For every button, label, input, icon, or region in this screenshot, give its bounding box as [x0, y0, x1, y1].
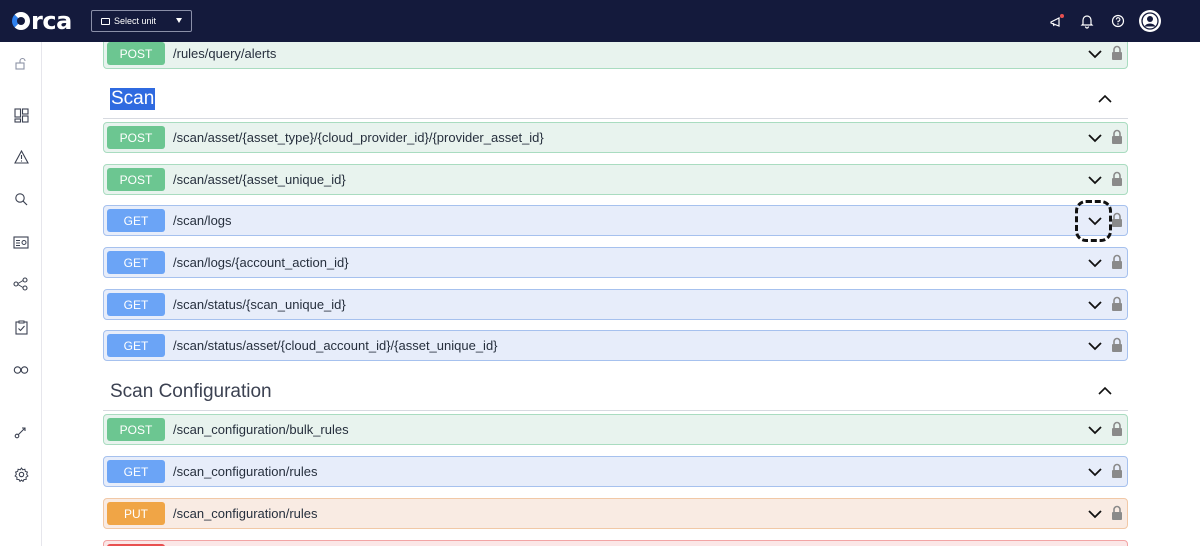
chevron-down-icon[interactable]	[1087, 298, 1103, 312]
lock-icon[interactable]	[1111, 505, 1123, 521]
operation-row[interactable]: POST /scan/asset/{asset_unique_id}	[103, 164, 1128, 195]
help-icon[interactable]	[1108, 11, 1128, 31]
scrollbar-track[interactable]	[1188, 42, 1200, 546]
lock-icon[interactable]	[1111, 212, 1123, 228]
chevron-up-icon[interactable]	[1098, 386, 1112, 396]
settings-icon[interactable]	[11, 464, 31, 484]
user-avatar-icon[interactable]	[1139, 10, 1161, 32]
method-badge: GET	[107, 209, 165, 232]
lock-icon[interactable]	[1111, 421, 1123, 437]
operation-row[interactable]: POST /rules/query/alerts	[103, 42, 1128, 69]
unit-icon	[101, 17, 110, 25]
operation-path: /scan_configuration/bulk_rules	[173, 422, 349, 437]
top-bar: rca Select unit	[0, 0, 1200, 42]
operation-path: /scan/asset/{asset_type}/{cloud_provider…	[173, 130, 544, 145]
shift-left-icon[interactable]	[11, 422, 31, 442]
operation-path: /scan_configuration/rules	[173, 464, 318, 479]
chevron-down-icon[interactable]	[1087, 423, 1103, 437]
bell-icon[interactable]	[1077, 11, 1097, 31]
operation-row[interactable]: GET /scan/logs/{account_action_id}	[103, 247, 1128, 278]
section-title-scan[interactable]: Scan	[110, 88, 156, 110]
lock-icon[interactable]	[1111, 337, 1123, 353]
dashboard-icon[interactable]	[11, 105, 31, 125]
method-badge: PUT	[107, 502, 165, 525]
method-badge: GET	[107, 460, 165, 483]
section-divider	[103, 118, 1128, 119]
lock-icon[interactable]	[1111, 171, 1123, 187]
unit-select-label: Select unit	[114, 16, 157, 26]
alert-icon[interactable]	[11, 147, 31, 167]
chevron-down-icon[interactable]	[1087, 173, 1103, 187]
operation-path: /rules/query/alerts	[173, 46, 277, 61]
method-badge: POST	[107, 418, 165, 441]
operation-path: /scan_configuration/rules	[173, 506, 318, 521]
graph-icon[interactable]	[11, 274, 31, 294]
lock-icon[interactable]	[1111, 296, 1123, 312]
method-badge: POST	[107, 126, 165, 149]
operation-path: /scan/status/{scan_unique_id}	[173, 297, 346, 312]
method-badge: GET	[107, 334, 165, 357]
chevron-down-icon[interactable]	[1087, 47, 1103, 61]
section-divider	[103, 410, 1128, 411]
operation-row[interactable]: PUT /scan_configuration/rules	[103, 498, 1128, 529]
operation-path: /scan/asset/{asset_unique_id}	[173, 172, 346, 187]
method-badge: GET	[107, 293, 165, 316]
operation-path: /scan/logs/{account_action_id}	[173, 255, 349, 270]
compliance-icon[interactable]	[11, 317, 31, 337]
sidebar	[0, 42, 42, 546]
search-icon[interactable]	[11, 189, 31, 209]
method-badge: GET	[107, 251, 165, 274]
operation-row[interactable]: POST /scan/asset/{asset_type}/{cloud_pro…	[103, 122, 1128, 153]
lock-icon[interactable]	[1111, 45, 1123, 61]
method-badge: POST	[107, 42, 165, 65]
section-title-scan-configuration[interactable]: Scan Configuration	[110, 381, 272, 403]
operation-row[interactable]: GET /scan/status/asset/{cloud_account_id…	[103, 330, 1128, 361]
operation-path: /scan/status/asset/{cloud_account_id}/{a…	[173, 338, 498, 353]
chevron-up-icon[interactable]	[1098, 94, 1112, 104]
operation-row[interactable]: GET /scan_configuration/rules	[103, 456, 1128, 487]
api-docs-content: POST /rules/query/alerts Scan POST /scan…	[43, 42, 1188, 546]
unlock-icon[interactable]	[11, 54, 31, 74]
orca-logo[interactable]: rca	[12, 7, 72, 35]
chevron-down-icon[interactable]	[1087, 465, 1103, 479]
operation-row[interactable]	[103, 540, 1128, 546]
operation-row[interactable]: GET /scan/logs	[103, 205, 1128, 236]
chevron-down-icon[interactable]	[1087, 256, 1103, 270]
lock-icon[interactable]	[1111, 129, 1123, 145]
method-badge: POST	[107, 168, 165, 191]
chevron-down-icon[interactable]	[1087, 131, 1103, 145]
logo-ring-icon	[12, 12, 30, 30]
operation-path: /scan/logs	[173, 213, 232, 228]
megaphone-icon[interactable]	[1047, 11, 1067, 31]
inventory-icon[interactable]	[11, 232, 31, 252]
integrations-icon[interactable]	[11, 360, 31, 380]
caret-down-icon	[176, 18, 182, 23]
chevron-down-icon[interactable]	[1087, 507, 1103, 521]
logo-text: rca	[31, 7, 72, 35]
annotation-marker	[1075, 200, 1112, 242]
lock-icon[interactable]	[1111, 254, 1123, 270]
operation-row[interactable]: POST /scan_configuration/bulk_rules	[103, 414, 1128, 445]
chevron-down-icon[interactable]	[1087, 339, 1103, 353]
lock-icon[interactable]	[1111, 463, 1123, 479]
unit-select-dropdown[interactable]: Select unit	[91, 10, 192, 32]
operation-row[interactable]: GET /scan/status/{scan_unique_id}	[103, 289, 1128, 320]
